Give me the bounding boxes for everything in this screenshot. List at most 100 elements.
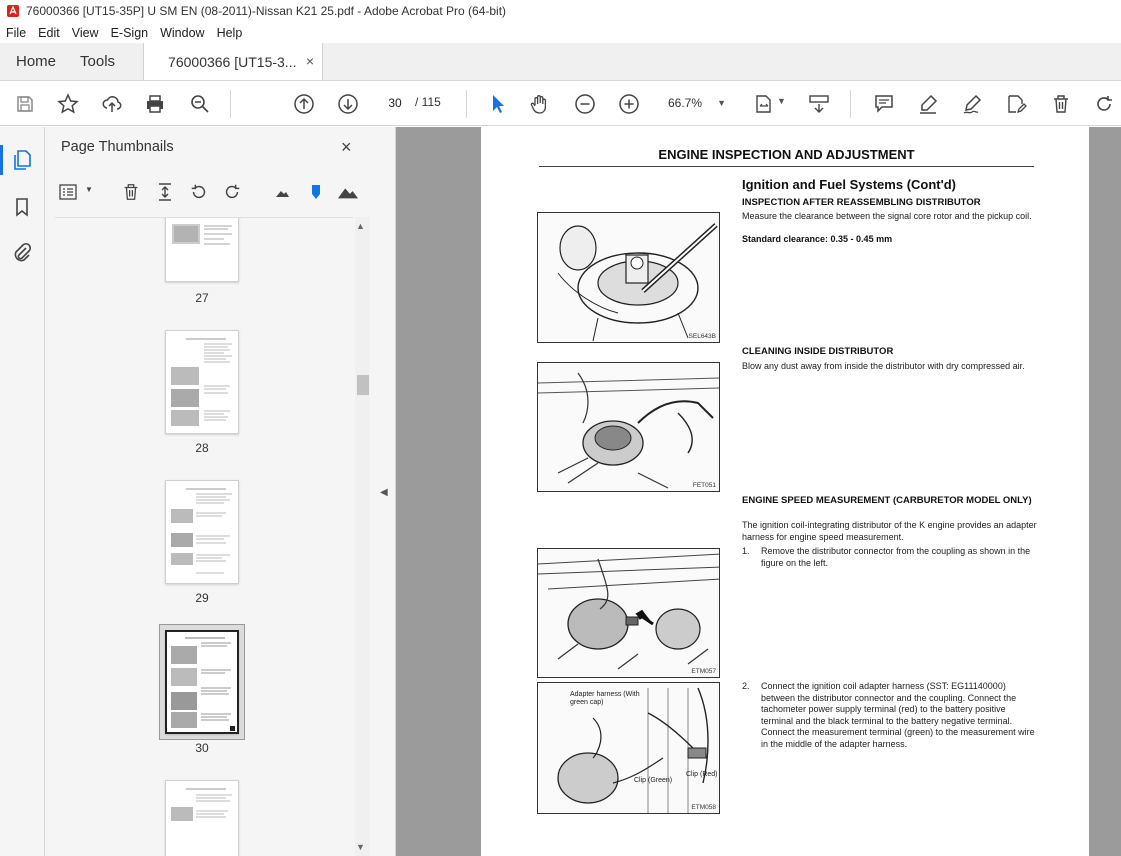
menu-help[interactable]: Help	[217, 26, 243, 40]
print-icon[interactable]	[143, 92, 167, 116]
menu-file[interactable]: File	[6, 26, 26, 40]
zoom-in-icon[interactable]	[617, 92, 641, 116]
collapse-arrow-icon: ◀	[380, 487, 388, 498]
save-icon[interactable]	[13, 92, 37, 116]
thumbnail-page[interactable]	[165, 780, 239, 856]
figure-distributor-connector: ETM057	[537, 548, 720, 678]
section-title: Ignition and Fuel Systems (Cont'd)	[742, 177, 956, 192]
header-rule	[539, 166, 1034, 167]
figure-adapter-harness: Adapter harness (With green cap) Clip (G…	[537, 682, 720, 814]
section-heading: INSPECTION AFTER REASSEMBLING DISTRIBUTO…	[742, 197, 981, 208]
thumbnail-page[interactable]	[165, 330, 239, 434]
acrobat-icon	[7, 5, 19, 17]
comment-icon[interactable]	[872, 92, 896, 116]
attachment-icon[interactable]	[10, 240, 34, 264]
figure-label: Clip (Red)	[686, 771, 718, 778]
main-toolbar: ▼	[0, 82, 1121, 126]
menu-bar: File Edit View E-Sign Window Help	[0, 22, 1121, 43]
page-thumbnails-icon[interactable]	[10, 148, 34, 172]
figure-code: ETM058	[691, 804, 716, 811]
sign-icon[interactable]	[960, 92, 984, 116]
figure-distributor-clearance: SEL643B	[537, 212, 720, 343]
zoom-caret-icon: ▼	[717, 98, 726, 108]
tab-document[interactable]: 76000366 [UT15-3... ×	[143, 43, 324, 80]
title-bar: 76000366 [UT15-35P] U SM EN (08-2011)-Ni…	[0, 0, 1121, 22]
thumbnail-larger-icon[interactable]	[337, 181, 359, 203]
thumbnail-label: 29	[195, 591, 209, 605]
menu-view[interactable]: View	[72, 26, 99, 40]
thumbnail-list: 27 28 29 30	[55, 217, 353, 856]
page-number-input[interactable]: 30	[380, 90, 410, 114]
figure-code: SEL643B	[688, 333, 716, 340]
thumbnail-page[interactable]	[165, 218, 239, 282]
thumbnail-smaller-icon[interactable]	[271, 181, 293, 203]
rotate-clockwise-icon[interactable]	[221, 181, 243, 203]
figure-label: Clip (Green)	[634, 777, 673, 784]
section-text: The ignition coil-integrating distributo…	[742, 520, 1037, 542]
page-fit-caret-icon[interactable]: ▼	[777, 96, 786, 106]
scrollbar-thumb[interactable]	[357, 375, 369, 395]
star-icon[interactable]	[56, 92, 80, 116]
panel-title: Page Thumbnails	[61, 139, 174, 155]
zoom-value: 66.7%	[668, 96, 703, 110]
tab-bar: Home Tools 76000366 [UT15-3... ×	[0, 43, 1121, 81]
figure-code: FET051	[692, 482, 716, 489]
tab-document-label: 76000366 [UT15-3...	[168, 53, 297, 70]
section-heading: ENGINE SPEED MEASUREMENT (CARBURETOR MOD…	[742, 495, 1032, 506]
thumbnail-options-caret-icon[interactable]: ▼	[85, 185, 93, 194]
tab-home[interactable]: Home	[0, 43, 72, 80]
panel-close-button[interactable]: ×	[341, 137, 352, 158]
thumbnail-toolbar: ▼	[45, 175, 372, 211]
previous-page-icon[interactable]	[292, 92, 316, 116]
share-upload-icon[interactable]	[100, 92, 124, 116]
step-number: 2.	[742, 681, 750, 691]
tab-close-button[interactable]: ×	[306, 53, 314, 69]
thumbnail-scrollbar[interactable]	[355, 217, 370, 856]
figure-cleaning-distributor: FET051	[537, 362, 720, 492]
scroll-up-icon[interactable]: ▲	[356, 221, 365, 231]
zoom-search-icon[interactable]	[188, 92, 212, 116]
select-cursor-icon[interactable]	[486, 92, 510, 116]
tab-tools[interactable]: Tools	[72, 43, 131, 80]
edit-pdf-icon[interactable]	[1004, 92, 1028, 116]
thumbnail-label: 27	[195, 291, 209, 305]
step-number: 1.	[742, 546, 750, 556]
figure-label: Adapter harness (With green cap)	[570, 691, 640, 706]
thumbnail-delete-icon[interactable]	[120, 181, 142, 203]
thumbnail-page[interactable]	[165, 480, 239, 584]
thumbnail-label: 30	[195, 741, 209, 755]
section-text: Blow any dust away from inside the distr…	[742, 361, 1025, 371]
zoom-select[interactable]: 66.7% ▼	[660, 92, 732, 114]
window-title: 76000366 [UT15-35P] U SM EN (08-2011)-Ni…	[26, 4, 507, 18]
menu-edit[interactable]: Edit	[38, 26, 60, 40]
section-text: Measure the clearance between the signal…	[742, 211, 1032, 221]
scroll-mode-icon[interactable]	[807, 92, 831, 116]
scroll-down-icon[interactable]: ▼	[356, 842, 365, 852]
zoom-out-icon[interactable]	[573, 92, 597, 116]
thumbnail-extract-icon[interactable]	[154, 181, 176, 203]
thumbnail-page-current[interactable]	[165, 630, 239, 734]
figure-code: ETM057	[691, 668, 716, 675]
panel-collapse-handle[interactable]: ◀	[372, 127, 396, 856]
thumbnail-options-icon[interactable]	[59, 181, 81, 203]
next-page-icon[interactable]	[336, 92, 360, 116]
page-header: ENGINE INSPECTION AND ADJUSTMENT	[658, 147, 915, 162]
highlight-pen-icon[interactable]	[916, 92, 940, 116]
rotate-counterclockwise-icon[interactable]	[188, 181, 210, 203]
bookmark-icon[interactable]	[10, 195, 34, 219]
document-page: ENGINE INSPECTION AND ADJUSTMENT Ignitio…	[481, 127, 1089, 856]
thumbnail-size-slider-icon[interactable]	[305, 181, 327, 203]
menu-window[interactable]: Window	[160, 26, 204, 40]
page-fit-icon[interactable]	[752, 92, 776, 116]
spec-text: Standard clearance: 0.35 - 0.45 mm	[742, 234, 893, 244]
step-text: Connect the ignition coil adapter harnes…	[761, 681, 1035, 749]
step-text: Remove the distributor connector from th…	[761, 546, 1031, 568]
delete-icon[interactable]	[1049, 92, 1073, 116]
hand-tool-icon[interactable]	[528, 92, 552, 116]
rotate-icon[interactable]	[1092, 92, 1116, 116]
section-heading: CLEANING INSIDE DISTRIBUTOR	[742, 346, 894, 357]
left-rail	[0, 127, 45, 856]
page-total: / 115	[415, 95, 441, 109]
menu-esign[interactable]: E-Sign	[111, 26, 149, 40]
thumbnail-label: 28	[195, 441, 209, 455]
